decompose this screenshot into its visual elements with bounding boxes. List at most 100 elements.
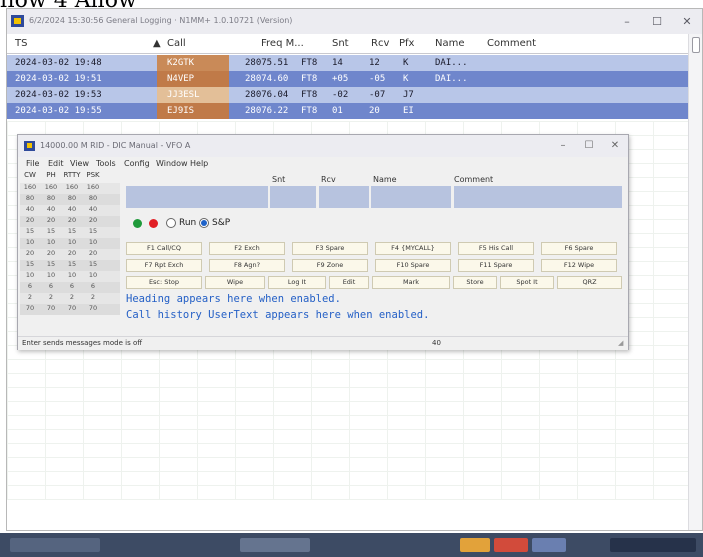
fkey-row2-4-button[interactable]: F10 Spare — [375, 259, 451, 272]
column-header-snt[interactable]: Snt — [332, 38, 349, 49]
band-rates-table: CW PH RTTY PSK 160 160 160 160 80 80 80 80 40 40 4… — [20, 171, 120, 315]
rate-value: 15 — [25, 260, 35, 268]
rcv-label: Rcv — [321, 175, 336, 184]
log-cell-freq: 28075.51 — [245, 58, 289, 68]
scroll-thumb[interactable] — [692, 37, 700, 53]
fkey-row1-6-button[interactable]: F6 Spare — [541, 242, 617, 255]
name-label: Name — [373, 175, 397, 184]
rcv-input[interactable] — [319, 186, 369, 208]
red-status-icon — [149, 219, 158, 228]
rate-row: 10 10 10 10 — [20, 271, 120, 282]
log-cell-ts: 2024-03-02 19:53 — [15, 90, 102, 100]
maximize-icon[interactable]: ☐ — [576, 135, 602, 157]
menu-file[interactable]: File — [26, 159, 39, 168]
comment-input[interactable] — [454, 186, 622, 208]
action-button-2[interactable]: Wipe — [205, 276, 265, 289]
column-header-freq[interactable]: Freq M... — [261, 38, 304, 49]
action-button-1[interactable]: Esc: Stop — [126, 276, 202, 289]
log-row[interactable]: 2024-03-02 19:51 N4VEP 28074.60 FT8 +05 -05 K D… — [7, 71, 688, 87]
menu-window[interactable]: Window — [156, 159, 188, 168]
rate-value: 15 — [67, 227, 77, 235]
resize-grip-icon[interactable]: ◢ — [618, 339, 623, 347]
comment-label: Comment — [454, 175, 494, 184]
close-icon[interactable]: ✕ — [602, 135, 628, 157]
action-button-7[interactable]: Spot It — [500, 276, 554, 289]
column-header-rcv[interactable]: Rcv — [371, 38, 389, 49]
log-window-title: 6/2/2024 15:30:56 General Logging · N1MM… — [29, 16, 293, 25]
fkey-row1-2-button[interactable]: F2 Exch — [209, 242, 285, 255]
fkey-row1-5-button[interactable]: F5 His Call — [458, 242, 534, 255]
rate-value: 20 — [67, 249, 77, 257]
rate-header: CW — [24, 171, 36, 179]
rate-value: 2 — [90, 293, 96, 301]
log-grid-header: TS ▲ Call Freq M... Snt Rcv Pfx Name Com… — [7, 34, 688, 54]
action-button-8[interactable]: QRZ — [557, 276, 622, 289]
rate-value: 10 — [88, 271, 98, 279]
column-header-comment[interactable]: Comment — [487, 38, 536, 49]
log-row[interactable]: 2024-03-02 19:53 JJ3ESL 28076.04 FT8 -02 -07 J… — [7, 87, 688, 103]
rate-value: 160 — [65, 183, 79, 191]
rate-value: 2 — [48, 293, 54, 301]
log-cell-mode: FT8 — [301, 106, 318, 116]
rate-header: PH — [46, 171, 56, 179]
rate-row: 80 80 80 80 — [20, 194, 120, 205]
log-cell-call: JJ3ESL — [167, 90, 200, 100]
entry-window-title: 14000.00 M RID - DIC Manual - VFO A — [40, 141, 191, 150]
action-button-5[interactable]: Mark — [372, 276, 450, 289]
rate-value: 70 — [25, 304, 35, 312]
fkey-row1-3-button[interactable]: F3 Spare — [292, 242, 368, 255]
entry-statusbar: Enter sends messages mode is off 40 ◢ — [18, 336, 628, 350]
entry-titlebar[interactable]: 14000.00 M RID - DIC Manual - VFO A – ☐ … — [18, 135, 628, 157]
log-row[interactable]: 2024-03-02 19:55 EJ9IS 28076.22 FT8 01 20 EI — [7, 103, 688, 119]
action-button-3[interactable]: Log It — [268, 276, 326, 289]
log-cell-name: DAI... — [435, 58, 468, 68]
rate-row: 160 160 160 160 — [20, 183, 120, 194]
rate-value: 15 — [88, 227, 98, 235]
fkey-row2-6-button[interactable]: F12 Wipe — [541, 259, 617, 272]
rate-value: 10 — [88, 238, 98, 246]
log-cell-ts: 2024-03-02 19:48 — [15, 58, 102, 68]
fkey-row2-2-button[interactable]: F8 Agn? — [209, 259, 285, 272]
column-header-ts[interactable]: TS — [15, 38, 27, 49]
rate-value: 15 — [88, 260, 98, 268]
fkey-row2-3-button[interactable]: F9 Zone — [292, 259, 368, 272]
rate-value: 20 — [25, 216, 35, 224]
column-header-name[interactable]: Name — [435, 38, 465, 49]
action-button-4[interactable]: Edit — [329, 276, 369, 289]
menu-config[interactable]: Config — [124, 159, 150, 168]
log-cell-pfx: EI — [403, 106, 414, 116]
fkey-row1-1-button[interactable]: F1 Call/CQ — [126, 242, 202, 255]
column-header-pfx[interactable]: Pfx — [399, 38, 414, 49]
taskbar-item[interactable] — [240, 538, 310, 552]
menu-help[interactable]: Help — [190, 159, 208, 168]
fkey-row2-1-button[interactable]: F7 Rpt Exch — [126, 259, 202, 272]
close-icon[interactable]: ✕ — [672, 9, 702, 34]
rate-row: 20 20 20 20 — [20, 216, 120, 227]
sp-radio[interactable] — [199, 218, 209, 228]
minimize-icon[interactable]: – — [612, 9, 642, 34]
snt-label: Snt — [272, 175, 286, 184]
rate-header: RTTY — [63, 171, 81, 179]
rate-row: 15 15 15 15 — [20, 227, 120, 238]
menu-view[interactable]: View — [70, 159, 89, 168]
minimize-icon[interactable]: – — [550, 135, 576, 157]
maximize-icon[interactable]: ☐ — [642, 9, 672, 34]
run-radio[interactable] — [166, 218, 176, 228]
vertical-scrollbar[interactable] — [688, 34, 702, 530]
taskbar-item[interactable] — [10, 538, 100, 552]
fkey-row2-5-button[interactable]: F11 Spare — [458, 259, 534, 272]
heading-info-text: Heading appears here when enabled. — [126, 293, 341, 305]
menu-edit[interactable]: Edit — [48, 159, 64, 168]
call-input[interactable] — [126, 186, 268, 208]
snt-input[interactable] — [270, 186, 316, 208]
column-header-call[interactable]: Call — [167, 38, 186, 49]
rate-value: 20 — [88, 249, 98, 257]
action-button-6[interactable]: Store — [453, 276, 497, 289]
log-row[interactable]: 2024-03-02 19:48 K2GTK 28075.51 FT8 14 12 K DAI… — [7, 55, 688, 71]
name-input[interactable] — [371, 186, 451, 208]
rate-value: 10 — [67, 271, 77, 279]
menu-tools[interactable]: Tools — [96, 159, 116, 168]
log-titlebar[interactable]: 6/2/2024 15:30:56 General Logging · N1MM… — [7, 9, 702, 34]
fkey-row1-4-button[interactable]: F4 {MYCALL} — [375, 242, 451, 255]
run-label: Run — [179, 218, 197, 228]
